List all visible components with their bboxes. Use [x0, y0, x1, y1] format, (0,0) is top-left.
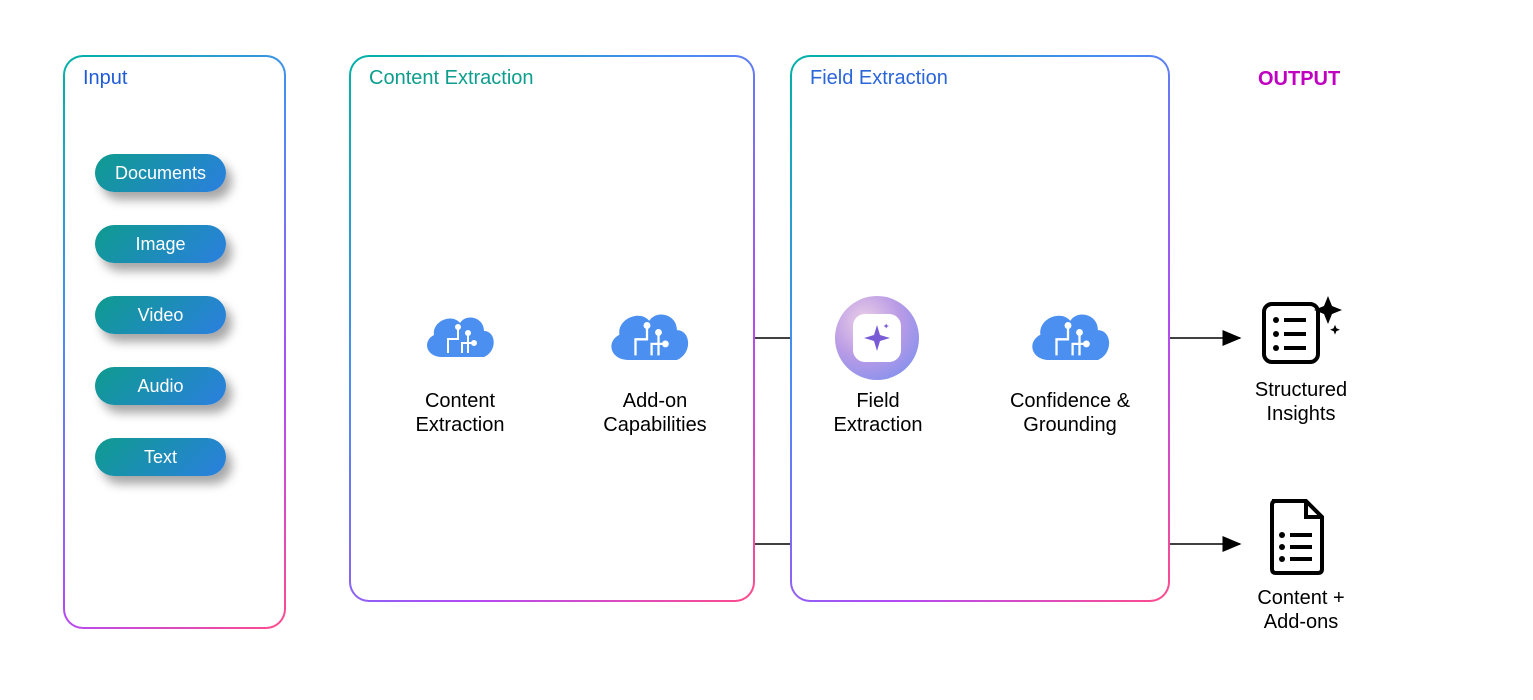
- input-pill-documents: Documents: [95, 154, 226, 192]
- content-panel-title: Content Extraction: [369, 67, 534, 90]
- cloud-ai-icon: [1022, 302, 1114, 372]
- input-panel: Input: [63, 55, 286, 629]
- structured-insights-icon: [1258, 294, 1344, 368]
- cloud-ai-icon: [418, 307, 498, 367]
- field-panel-title: Field Extraction: [810, 67, 948, 90]
- cloud-ai-icon: [601, 302, 693, 372]
- input-pill-audio: Audio: [95, 367, 226, 405]
- content-extraction-label: ContentExtraction: [405, 389, 515, 437]
- document-icon: [1262, 495, 1332, 577]
- structured-insights-label: StructuredInsights: [1246, 378, 1356, 426]
- field-extraction-label: FieldExtraction: [828, 389, 928, 437]
- output-header: OUTPUT: [1258, 68, 1340, 91]
- content-extraction-panel: Content Extraction: [349, 55, 755, 602]
- content-addons-label: Content +Add-ons: [1246, 586, 1356, 634]
- addon-label: Add-onCapabilities: [595, 389, 715, 437]
- input-pill-text: Text: [95, 438, 226, 476]
- confidence-label: Confidence &Grounding: [1000, 389, 1140, 437]
- input-pill-image: Image: [95, 225, 226, 263]
- sparkle-badge-icon: [835, 296, 919, 380]
- input-panel-title: Input: [83, 67, 127, 90]
- input-pill-video: Video: [95, 296, 226, 334]
